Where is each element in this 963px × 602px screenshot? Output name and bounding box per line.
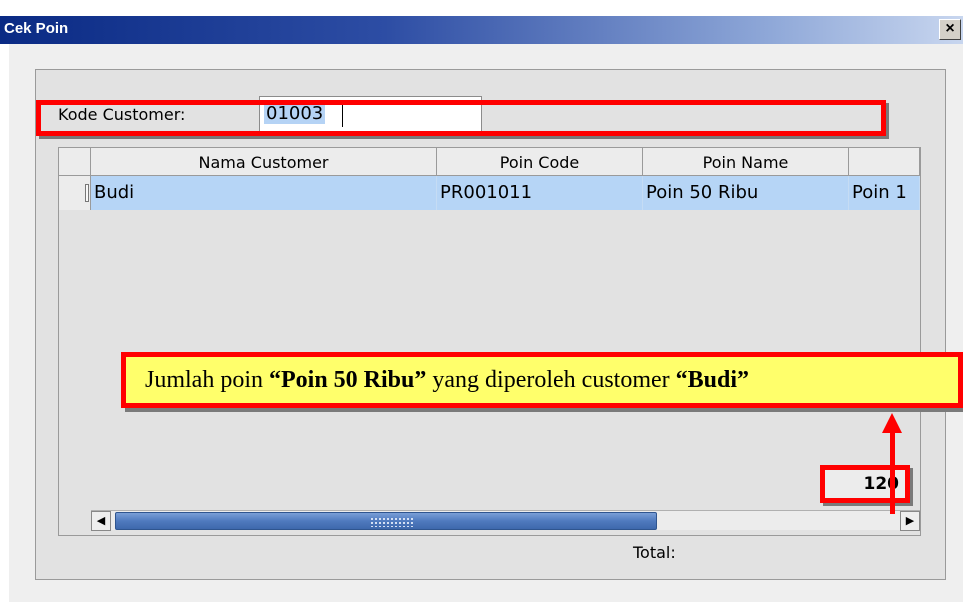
row-selector[interactable] bbox=[59, 176, 91, 210]
window-title: Cek Poin bbox=[4, 20, 69, 37]
callout-prefix: Jumlah poin bbox=[145, 367, 269, 393]
close-button[interactable]: × bbox=[939, 19, 961, 40]
form-panel: Kode Customer: 01003 Nama Customer Poin … bbox=[35, 69, 946, 580]
total-label: Total: bbox=[633, 543, 676, 562]
close-icon: × bbox=[945, 20, 955, 37]
cell-extra[interactable]: Poin 1 bbox=[849, 176, 920, 210]
highlight-row-box bbox=[36, 100, 886, 136]
cell-poin-name[interactable]: Poin 50 Ribu bbox=[643, 176, 849, 210]
table-header: Nama Customer Poin Code Poin Name bbox=[59, 148, 920, 176]
arrow-right-icon: ▶ bbox=[905, 514, 915, 527]
column-header-poin-code[interactable]: Poin Code bbox=[437, 148, 643, 176]
arrow-left-icon: ◀ bbox=[96, 514, 106, 527]
table-row[interactable]: Budi PR001011 Poin 50 Ribu Poin 1 bbox=[59, 176, 920, 210]
scroll-left-button[interactable]: ◀ bbox=[91, 511, 111, 531]
row-marker-icon bbox=[85, 184, 89, 202]
column-header-nama-customer[interactable]: Nama Customer bbox=[91, 148, 437, 176]
header-corner bbox=[59, 148, 91, 176]
total-value: 120 bbox=[820, 465, 910, 503]
cell-poin-code[interactable]: PR001011 bbox=[437, 176, 643, 210]
annotation-callout: Jumlah poin “Poin 50 Ribu” yang diperole… bbox=[121, 352, 963, 408]
callout-poin-name: “Poin 50 Ribu” bbox=[269, 367, 427, 393]
title-bar[interactable]: Cek Poin × bbox=[0, 16, 963, 44]
column-header-poin-name[interactable]: Poin Name bbox=[643, 148, 849, 176]
scroll-right-button[interactable]: ▶ bbox=[900, 511, 920, 531]
scroll-thumb[interactable] bbox=[115, 512, 657, 530]
annotation-arrow bbox=[890, 430, 895, 514]
horizontal-scrollbar[interactable]: ◀ ▶ bbox=[91, 510, 920, 531]
poin-table[interactable]: Nama Customer Poin Code Poin Name Budi P… bbox=[58, 147, 921, 536]
column-header-extra[interactable] bbox=[849, 148, 920, 176]
cell-nama-customer[interactable]: Budi bbox=[91, 176, 437, 210]
grip-icon bbox=[370, 517, 414, 527]
callout-middle: yang diperoleh customer bbox=[426, 367, 676, 393]
callout-customer: “Budi” bbox=[675, 367, 750, 393]
